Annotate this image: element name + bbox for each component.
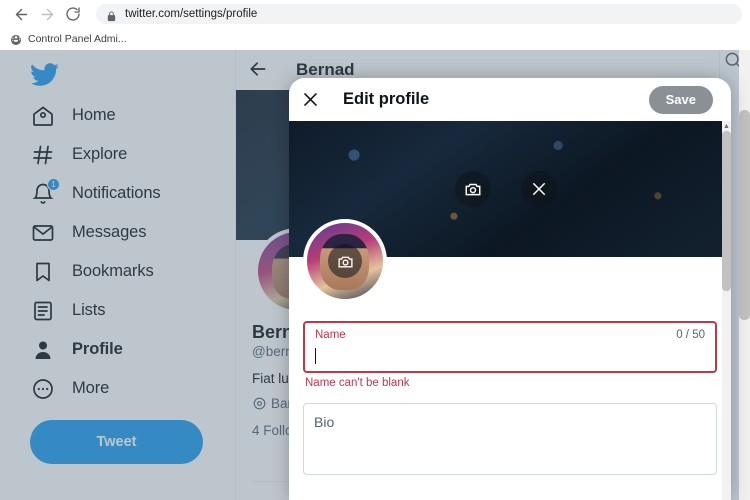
text-caret <box>315 348 316 364</box>
browser-toolbar: twitter.com/settings/profile <box>0 0 750 28</box>
edit-profile-dialog: Edit profile Save Name 0 / 50 Name can't… <box>289 78 731 500</box>
remove-banner-close-x-icon[interactable] <box>521 171 557 207</box>
bio-field-wrapper[interactable]: Bio <box>303 402 717 475</box>
globe-icon <box>10 33 22 45</box>
screen: twitter.com/settings/profile Control Pan… <box>0 0 750 500</box>
avatar-upload-area[interactable] <box>303 219 387 303</box>
name-field-label: Name <box>315 329 346 341</box>
dialog-body: Name 0 / 50 Name can't be blank Bio <box>289 121 731 500</box>
close-x-icon[interactable] <box>301 90 321 110</box>
forward-arrow-icon[interactable] <box>34 1 60 27</box>
reload-icon[interactable] <box>60 1 86 27</box>
camera-icon[interactable] <box>455 171 491 207</box>
url-text: twitter.com/settings/profile <box>125 8 258 20</box>
bookmark-control-panel[interactable]: Control Panel Admi... <box>10 33 127 45</box>
dialog-scrollbar-thumb[interactable] <box>722 131 731 291</box>
page-scrollbar[interactable] <box>739 50 750 500</box>
lock-icon <box>106 9 117 21</box>
dialog-title: Edit profile <box>343 90 430 108</box>
dialog-scrollbar[interactable]: ▲ <box>722 121 731 500</box>
scroll-up-arrow-icon[interactable]: ▲ <box>722 121 731 131</box>
name-character-counter: 0 / 50 <box>676 329 705 341</box>
name-input[interactable] <box>315 341 705 361</box>
name-field-wrapper[interactable]: Name 0 / 50 <box>303 321 717 373</box>
bookmarks-bar: Control Panel Admi... <box>0 28 750 50</box>
page-scrollbar-thumb[interactable] <box>739 110 750 320</box>
name-error-message: Name can't be blank <box>305 376 410 389</box>
address-bar[interactable]: twitter.com/settings/profile <box>96 4 742 24</box>
bookmark-label: Control Panel Admi... <box>28 32 127 45</box>
avatar-camera-icon[interactable] <box>328 244 362 278</box>
back-arrow-icon[interactable] <box>8 1 34 27</box>
save-button[interactable]: Save <box>648 85 713 114</box>
bio-field-label: Bio <box>314 413 335 430</box>
dialog-header: Edit profile Save <box>289 78 731 121</box>
banner-actions <box>455 171 557 207</box>
